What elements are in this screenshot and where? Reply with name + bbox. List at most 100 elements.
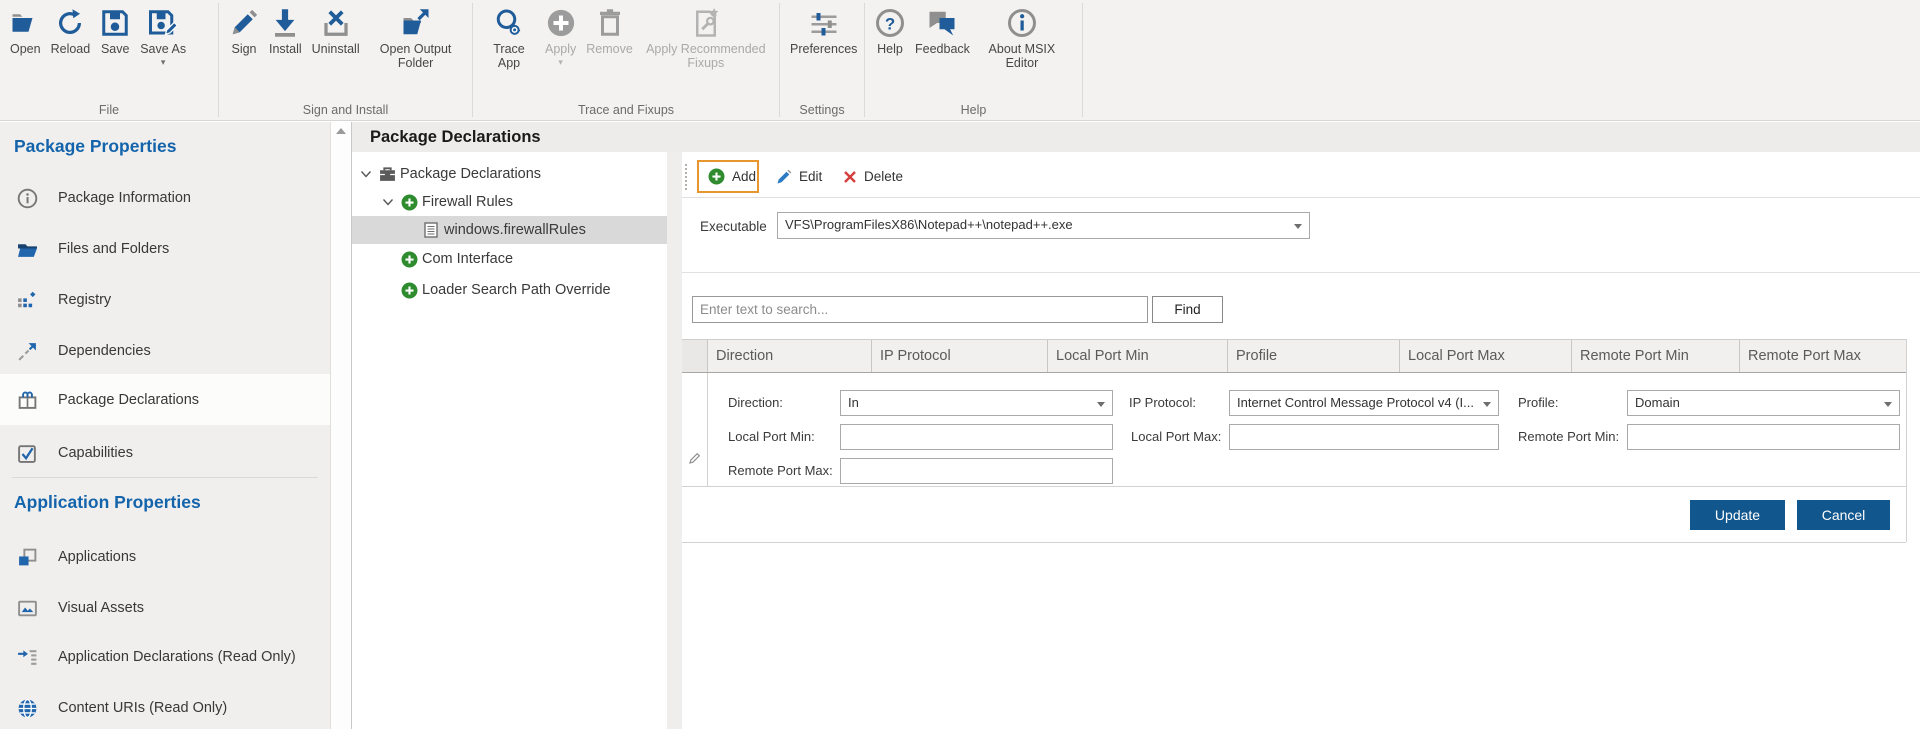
column-header-local-port-max[interactable]: Local Port Max xyxy=(1400,340,1572,372)
direction-field-label: Direction: xyxy=(728,390,783,416)
sidebar-scrollbar[interactable] xyxy=(330,122,352,729)
column-header-direction[interactable]: Direction xyxy=(708,340,872,372)
open-folder-icon xyxy=(10,7,40,39)
remote-port-max-input[interactable] xyxy=(840,458,1113,484)
ip-protocol-combobox-value: Internet Control Message Protocol v4 (I.… xyxy=(1237,395,1474,410)
add-button-label: Add xyxy=(732,169,756,184)
direction-combobox-value: In xyxy=(848,395,859,410)
tree-item-label: Package Declarations xyxy=(400,166,541,182)
ribbon-group-settings-label: Settings xyxy=(780,103,864,117)
sidebar-item-registry[interactable]: Registry xyxy=(0,275,330,325)
chevron-down-icon[interactable] xyxy=(378,196,398,208)
help-button[interactable]: ? Help xyxy=(871,5,909,58)
help-button-label: Help xyxy=(877,42,903,56)
about-msix-editor-button[interactable]: About MSIX Editor xyxy=(976,5,1068,72)
local-port-min-input[interactable] xyxy=(840,424,1113,450)
sidebar-item-content-uris[interactable]: Content URIs (Read Only) xyxy=(0,683,330,729)
apply-button-label: Apply xyxy=(545,42,576,56)
apply-recommended-fixups-button[interactable]: Apply Recommended Fixups xyxy=(639,5,773,72)
sidebar-item-label: Files and Folders xyxy=(58,241,169,257)
document-icon xyxy=(420,222,442,238)
feedback-button[interactable]: Feedback xyxy=(911,5,974,58)
tree-item-windows-firewallrules[interactable]: windows.firewallRules xyxy=(352,216,667,244)
local-port-max-input[interactable] xyxy=(1229,424,1499,450)
tree-item-firewall-rules[interactable]: Firewall Rules xyxy=(352,188,667,216)
find-button[interactable]: Find xyxy=(1152,296,1223,323)
update-button[interactable]: Update xyxy=(1690,500,1785,530)
direction-combobox[interactable]: In xyxy=(840,390,1113,416)
cancel-button-label: Cancel xyxy=(1822,507,1866,523)
grid-right-border xyxy=(1906,339,1907,542)
apply-recommended-fixups-button-label: Apply Recommended Fixups xyxy=(643,42,769,70)
apply-button[interactable]: Apply ▾ xyxy=(541,5,580,69)
ribbon-group-sign-install: Sign Install Uninstall Open Output Folde… xyxy=(219,0,472,120)
sign-button[interactable]: Sign xyxy=(225,5,263,58)
column-header-local-port-min[interactable]: Local Port Min xyxy=(1048,340,1228,372)
tree-item-package-declarations[interactable]: Package Declarations xyxy=(352,160,667,188)
sidebar-item-label: Package Declarations xyxy=(58,392,199,408)
sidebar-item-package-declarations[interactable]: Package Declarations xyxy=(0,374,330,425)
remote-port-min-input[interactable] xyxy=(1627,424,1900,450)
edit-row-separator xyxy=(682,486,1906,487)
edit-button[interactable]: Edit xyxy=(768,162,830,191)
tree-item-loader-search-path-override[interactable]: Loader Search Path Override xyxy=(352,276,667,304)
save-as-button[interactable]: Save As ▾ xyxy=(136,5,190,69)
preferences-button[interactable]: Preferences xyxy=(786,5,861,58)
firewall-rules-panel: Add Edit Delete Executable VFS\ProgramFi… xyxy=(682,152,1920,729)
recommended-fixups-icon xyxy=(691,7,721,39)
sidebar-item-capabilities[interactable]: Capabilities xyxy=(0,428,330,478)
search-input[interactable] xyxy=(692,296,1148,323)
sidebar-item-dependencies[interactable]: Dependencies xyxy=(0,326,330,376)
preferences-sliders-icon xyxy=(809,7,839,39)
trace-app-button[interactable]: Trace App xyxy=(479,5,539,72)
executable-label: Executable xyxy=(700,213,767,240)
sidebar-item-visual-assets[interactable]: Visual Assets xyxy=(0,583,330,633)
scroll-up-arrow-icon[interactable] xyxy=(336,128,346,134)
sidebar-item-application-declarations[interactable]: Application Declarations (Read Only) xyxy=(0,632,330,682)
info-circle-icon xyxy=(17,188,38,209)
toolbar-grip[interactable] xyxy=(685,164,687,190)
save-as-dropdown-chevron-icon[interactable]: ▾ xyxy=(161,58,166,67)
sidebar-item-package-information[interactable]: Package Information xyxy=(0,173,330,223)
edit-pencil-icon xyxy=(776,169,792,185)
install-arrow-icon xyxy=(270,7,300,39)
uninstall-button[interactable]: Uninstall xyxy=(308,5,364,58)
ribbon-group-trace-fixups-label: Trace and Fixups xyxy=(473,103,779,117)
column-header-profile[interactable]: Profile xyxy=(1228,340,1400,372)
install-button[interactable]: Install xyxy=(265,5,306,58)
panel-splitter[interactable] xyxy=(667,152,682,729)
column-header-remote-port-min[interactable]: Remote Port Min xyxy=(1572,340,1740,372)
delete-x-icon xyxy=(843,170,857,184)
column-header-ip-protocol[interactable]: IP Protocol xyxy=(872,340,1048,372)
chevron-down-icon[interactable] xyxy=(356,168,376,180)
executable-combobox[interactable]: VFS\ProgramFilesX86\Notepad++\notepad++.… xyxy=(777,212,1310,239)
row-indicator-cell xyxy=(682,373,708,486)
apply-plus-icon xyxy=(546,7,576,39)
save-button[interactable]: Save xyxy=(96,5,134,58)
sidebar-item-label: Applications xyxy=(58,549,136,565)
profile-combobox[interactable]: Domain xyxy=(1627,390,1900,416)
ip-protocol-combobox[interactable]: Internet Control Message Protocol v4 (I.… xyxy=(1229,390,1499,416)
add-button[interactable]: Add xyxy=(697,160,759,193)
local-port-min-field-label: Local Port Min: xyxy=(728,424,815,450)
sidebar-heading-package-properties: Package Properties xyxy=(14,136,176,157)
ribbon-group-file-label: File xyxy=(0,103,218,117)
rules-table-header: Direction IP Protocol Local Port Min Pro… xyxy=(682,339,1906,373)
executable-separator xyxy=(682,272,1920,273)
column-header-remote-port-max[interactable]: Remote Port Max xyxy=(1740,340,1906,372)
tree-item-com-interface[interactable]: Com Interface xyxy=(352,245,667,273)
delete-button[interactable]: Delete xyxy=(835,162,911,191)
add-circle-icon xyxy=(398,194,420,211)
sidebar-item-applications[interactable]: Applications xyxy=(0,532,330,582)
cancel-button[interactable]: Cancel xyxy=(1797,500,1890,530)
sidebar-item-label: Capabilities xyxy=(58,445,133,461)
open-output-folder-button[interactable]: Open Output Folder xyxy=(366,5,466,72)
save-as-icon xyxy=(148,7,178,39)
open-button[interactable]: Open xyxy=(6,5,45,58)
sidebar-item-files-and-folders[interactable]: Files and Folders xyxy=(0,224,330,274)
trace-app-button-label: Trace App xyxy=(483,42,535,70)
buttons-row-separator xyxy=(682,542,1906,543)
reload-button[interactable]: Reload xyxy=(47,5,95,58)
reload-icon xyxy=(55,7,85,39)
remove-button[interactable]: Remove xyxy=(582,5,637,58)
